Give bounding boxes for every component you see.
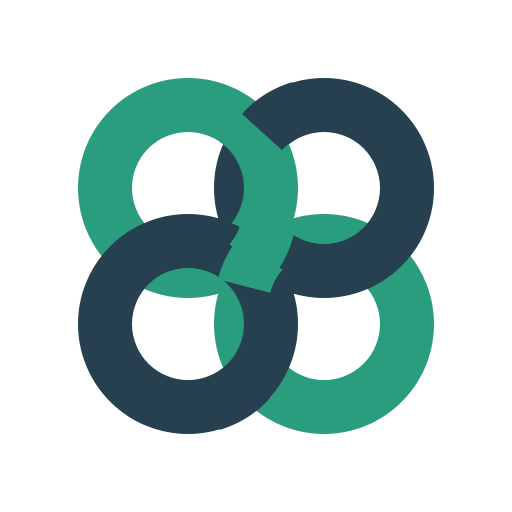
weave-top-right-over (241, 82, 309, 151)
weave-bottom-right-over (217, 234, 283, 294)
logo-canvas (0, 0, 512, 512)
weave-bottom-left-over (203, 361, 271, 430)
interlocking-rings-cross-logo-icon (78, 78, 434, 434)
